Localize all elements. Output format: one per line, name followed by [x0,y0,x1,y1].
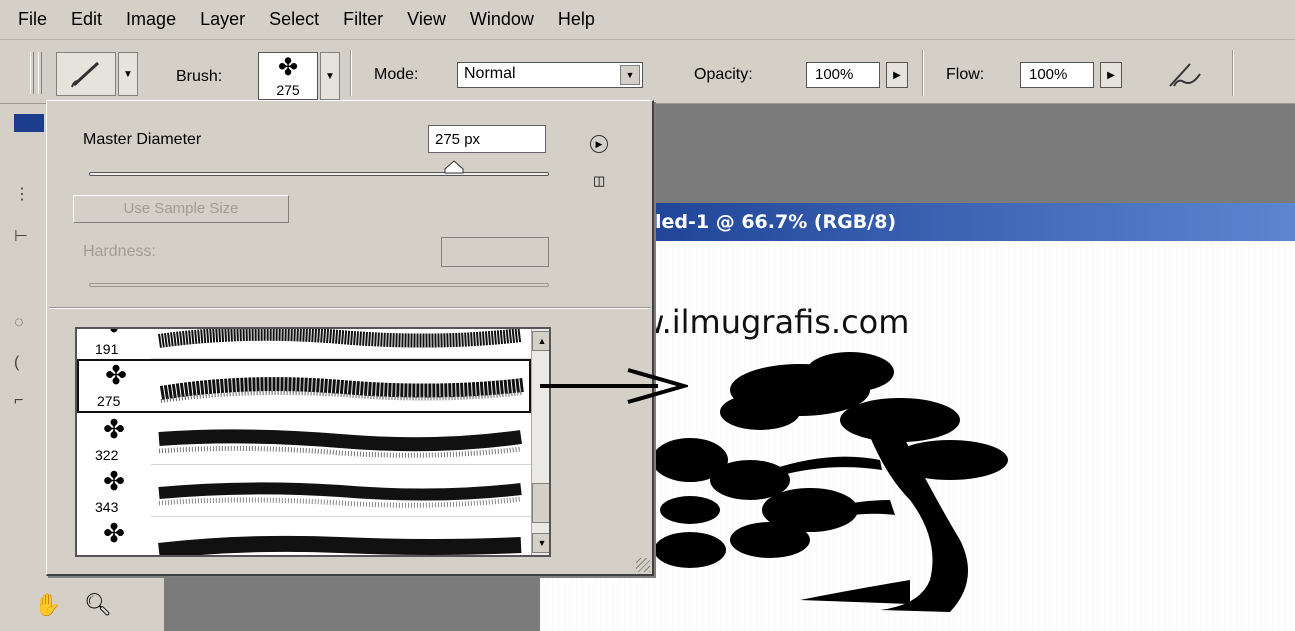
hardness-label: Hardness: [83,243,156,260]
tree-brush-icon: ✤ [77,329,151,337]
brush-list-scrollbar[interactable]: ▲ ▼ [531,329,549,555]
menu-help[interactable]: Help [558,9,595,30]
tool-preset-picker[interactable] [56,52,116,96]
new-preset-icon: ◫ [593,173,606,188]
brush-preset-popup: Master Diameter 275 px ▶ ◫ Use Sample Si… [46,100,654,576]
opacity-slider-button[interactable]: ▶ [886,62,908,88]
brush-preset-size: 191 [95,341,119,357]
brush-preset-list: ✤ 191 ✤ 275 ✤ 322 [75,327,551,557]
brush-preset-size: 322 [95,447,119,463]
brush-stroke-preview [158,429,522,458]
popup-divider [49,307,651,309]
brush-stroke-preview [158,329,522,348]
separator [922,50,924,96]
brush-preset-thumb: ✤ [77,518,151,555]
tree-brush-icon: ✤ [103,466,125,496]
zoom-tool-icon[interactable]: 🔍︎ [84,592,112,618]
tool-lasso-icon[interactable]: ⊢ [14,226,28,246]
menu-layer[interactable]: Layer [200,9,245,30]
tool-crop-icon[interactable]: ◌ [14,314,24,332]
brush-preset-thumb: ✤ 322 [77,415,151,465]
toolbox: ⋮ ⊢ ◌ ( ⌐ [0,104,46,631]
master-diameter-slider[interactable] [89,172,549,176]
hardness-slider[interactable] [89,283,549,287]
opacity-input[interactable]: 100% [806,62,880,88]
chevron-down-icon: ▼ [537,538,547,548]
brush-size-readout: 275 [276,82,300,98]
flow-label: Flow: [946,66,985,83]
play-icon: ▶ [595,138,603,149]
menu-bar: File Edit Image Layer Select Filter View… [0,0,1295,40]
menu-file[interactable]: File [18,9,47,30]
brush-preset-thumb: ✤ 191 [77,329,151,359]
popup-resize-handle[interactable] [636,558,650,572]
opacity-label: Opacity: [694,66,753,83]
hardness-input[interactable] [441,237,549,267]
tree-brush-icon: ✤ [105,360,127,390]
separator [1232,50,1234,96]
use-sample-size-button[interactable]: Use Sample Size [73,195,289,223]
brush-preset-item[interactable]: ✤ 191 [77,329,531,359]
menu-window[interactable]: Window [470,9,534,30]
master-diameter-label: Master Diameter [83,131,202,148]
brush-preset-item-selected[interactable]: ✤ 275 [77,359,531,413]
menu-view[interactable]: View [407,9,446,30]
new-preset-button[interactable]: ◫ [593,173,605,189]
brush-picker-dropdown[interactable]: ▼ [320,52,340,100]
brush-preset-thumb: ✤ 275 [79,361,153,411]
tree-silhouette-image [652,352,1008,612]
brush-preset-size: 275 [97,393,121,409]
tree-brush-icon: ✤ [103,518,125,548]
mode-select[interactable]: Normal ▼ [457,62,643,88]
menu-edit[interactable]: Edit [71,9,102,30]
brush-stroke-preview [159,377,524,403]
document-title: led-1 @ 66.7% (RGB/8) [655,211,897,233]
chevron-up-icon: ▲ [537,336,547,346]
brush-preset-item[interactable]: ✤ [77,518,531,555]
options-grip[interactable] [30,52,34,94]
options-bar: ▼ Brush: ✤ 275 ▼ Mode: Normal ▼ Opacity:… [0,40,1295,104]
tool-marquee-icon[interactable]: ⋮ [14,184,30,204]
master-diameter-input[interactable]: 275 px [428,125,546,153]
brush-preset-item[interactable]: ✤ 343 [77,467,531,517]
brush-preset-item[interactable]: ✤ 322 [77,415,531,465]
brush-preset-size: 343 [95,499,119,515]
brush-stroke-preview [158,535,522,555]
scroll-thumb[interactable] [532,483,549,523]
flow-slider-button[interactable]: ▶ [1100,62,1122,88]
master-diameter-slider-thumb[interactable] [444,160,464,174]
toolbox-bottom: ✋ 🔍︎ [28,572,168,631]
chevron-down-icon: ▼ [620,65,640,85]
tool-heal-icon[interactable]: ( [14,354,19,372]
airbrush-icon [1169,63,1201,87]
tool-stamp-icon[interactable]: ⌐ [14,392,23,410]
menu-select[interactable]: Select [269,9,319,30]
tool-preset-dropdown[interactable]: ▼ [118,52,138,96]
brush-picker[interactable]: ✤ 275 [258,52,318,100]
arrow-annotation-icon [540,368,688,404]
brush-preset-thumb: ✤ 343 [77,467,151,517]
scroll-up-button[interactable]: ▲ [532,331,549,351]
brush-label: Brush: [176,68,223,85]
brush-tool-icon [71,61,100,88]
popup-menu-button[interactable]: ▶ [590,135,608,153]
scroll-down-button[interactable]: ▼ [532,533,549,553]
menu-image[interactable]: Image [126,9,176,30]
toolbox-header [14,114,44,132]
airbrush-toggle[interactable] [1164,56,1208,92]
mode-value: Normal [464,65,516,82]
hand-tool-icon[interactable]: ✋ [34,592,61,618]
separator [350,50,352,96]
flow-input[interactable]: 100% [1020,62,1094,88]
tree-brush-icon: ✤ [103,414,125,444]
brush-stroke-preview [158,482,522,508]
tree-brush-icon: ✤ [277,54,299,81]
mode-label: Mode: [374,66,419,83]
options-grip-2 [38,52,42,94]
menu-filter[interactable]: Filter [343,9,383,30]
